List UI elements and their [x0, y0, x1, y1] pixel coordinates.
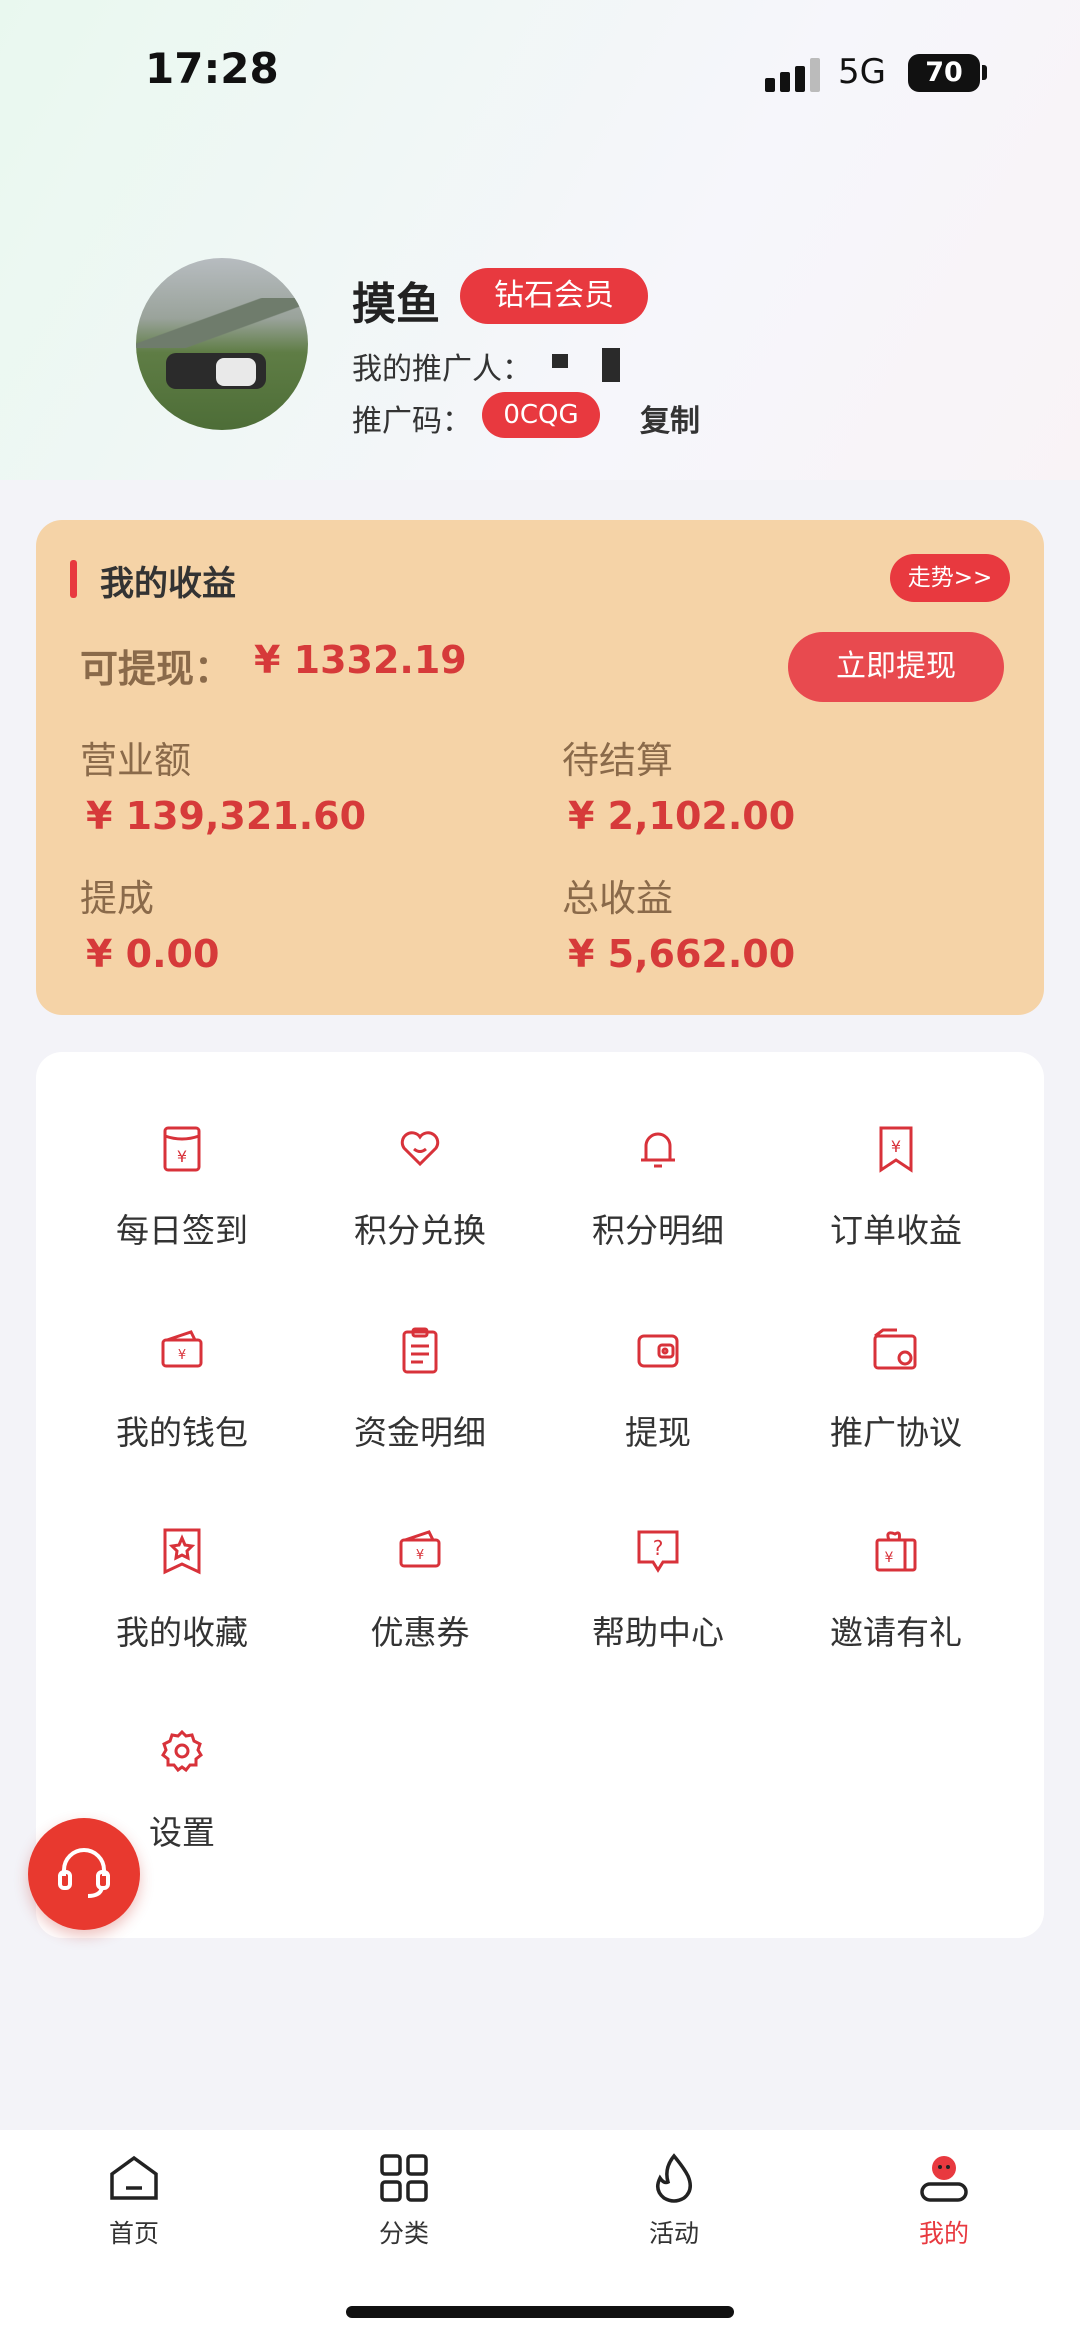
menu-item-points-detail[interactable]: 积分明细 [538, 1122, 778, 1292]
menu-label: 订单收益 [830, 1211, 962, 1250]
nav-label: 首页 [108, 2219, 159, 2248]
menu-grid: ¥ 每日签到 积分兑换 积分明细 ¥ 订单收益 ¥ 我的钱包 资金明细 提现 推… [36, 1052, 1044, 1938]
avatar[interactable] [136, 258, 308, 430]
svg-text:¥: ¥ [178, 1348, 186, 1363]
gear-icon [161, 1729, 203, 1773]
earnings-card: 我的收益 走势>> 可提现： ¥ 1332.19 立即提现 营业额 ¥ 139,… [36, 520, 1044, 1015]
menu-item-favorites[interactable]: 我的收藏 [62, 1524, 302, 1694]
svg-text:¥: ¥ [891, 1137, 901, 1156]
home-icon [110, 2155, 158, 2200]
fire-icon [656, 2153, 692, 2203]
help-icon: ? [637, 1530, 679, 1573]
nav-label: 分类 [378, 2219, 429, 2248]
status-time: 17:28 [145, 44, 279, 93]
svg-text:¥: ¥ [416, 1548, 424, 1563]
menu-label: 邀请有礼 [830, 1613, 962, 1652]
copy-code-button[interactable]: 复制 [640, 396, 700, 440]
nickname: 摸鱼 [352, 279, 440, 330]
menu-item-points-exchange[interactable]: 积分兑换 [300, 1122, 540, 1292]
member-badge: 钻石会员 [460, 268, 648, 324]
menu-item-checkin[interactable]: ¥ 每日签到 [62, 1122, 302, 1292]
battery-tip [982, 65, 987, 80]
promo-code: 0CQG [482, 392, 600, 438]
nav-label: 我的 [918, 2219, 969, 2248]
profile-icon [920, 2156, 968, 2202]
nav-label: 活动 [648, 2219, 699, 2248]
stat-value-total: ¥ 5,662.00 [568, 932, 796, 976]
star-icon [163, 1528, 201, 1575]
withdraw-now-button[interactable]: 立即提现 [788, 632, 1004, 702]
referrer-label: 我的推广人： [352, 352, 532, 387]
grid-icon [380, 2154, 428, 2202]
withdrawable-label: 可提现： [80, 647, 233, 691]
menu-label: 提现 [625, 1413, 691, 1452]
svg-text:¥: ¥ [885, 1550, 894, 1566]
svg-text:¥: ¥ [177, 1147, 187, 1166]
stat-value-revenue: ¥ 139,321.60 [86, 794, 367, 838]
withdrawable-value: ¥ 1332.19 [254, 638, 467, 682]
menu-item-invite[interactable]: ¥ 邀请有礼 [776, 1524, 1016, 1694]
checkin-icon: ¥ [163, 1126, 201, 1172]
title-accent-bar [70, 560, 77, 598]
menu-label: 积分兑换 [354, 1211, 486, 1250]
nav-category[interactable]: 分类 [314, 2150, 494, 2260]
stat-value-commission: ¥ 0.00 [86, 932, 220, 976]
menu-item-help[interactable]: ? 帮助中心 [538, 1524, 778, 1694]
menu-label: 每日签到 [116, 1211, 248, 1250]
headset-icon [58, 1848, 110, 1898]
gift-icon: ¥ [875, 1531, 917, 1572]
menu-label: 优惠券 [370, 1613, 470, 1652]
earnings-title: 我的收益 [100, 564, 236, 604]
nav-home[interactable]: 首页 [44, 2150, 224, 2260]
svg-text:?: ? [653, 1536, 664, 1560]
menu-label: 积分明细 [592, 1211, 724, 1250]
wallet-icon: ¥ [161, 1330, 203, 1368]
menu-item-order-income[interactable]: ¥ 订单收益 [776, 1122, 1016, 1292]
heart-icon [400, 1131, 440, 1167]
promo-code-label: 推广码： [352, 404, 472, 439]
stat-label-commission: 提成 [80, 877, 154, 920]
referrer-redacted [552, 348, 624, 382]
customer-service-button[interactable] [28, 1818, 140, 1930]
menu-label: 我的钱包 [116, 1413, 248, 1452]
stat-value-pending: ¥ 2,102.00 [568, 794, 796, 838]
menu-item-fund-detail[interactable]: 资金明细 [300, 1324, 540, 1494]
withdraw-icon [637, 1334, 679, 1368]
status-bar: 17:28 5G 70 [0, 0, 1080, 130]
bell-icon [641, 1132, 675, 1168]
menu-item-withdraw[interactable]: 提现 [538, 1324, 778, 1494]
home-indicator [346, 2306, 734, 2318]
menu-label: 推广协议 [830, 1413, 962, 1452]
clipboard-icon [402, 1327, 438, 1374]
nav-profile[interactable]: 我的 [854, 2150, 1034, 2260]
stat-label-pending: 待结算 [562, 739, 673, 782]
order-income-icon: ¥ [879, 1126, 913, 1173]
menu-label: 帮助中心 [592, 1613, 724, 1652]
menu-item-wallet[interactable]: ¥ 我的钱包 [62, 1324, 302, 1494]
menu-label: 资金明细 [354, 1413, 486, 1452]
signal-icon [765, 58, 821, 92]
nav-activity[interactable]: 活动 [584, 2150, 764, 2260]
menu-item-coupons[interactable]: ¥ 优惠券 [300, 1524, 540, 1694]
trend-button[interactable]: 走势>> [890, 554, 1010, 602]
menu-label: 我的收藏 [116, 1613, 248, 1652]
network-type: 5G [838, 52, 886, 92]
stat-label-total: 总收益 [562, 877, 673, 920]
coupon-icon: ¥ [399, 1530, 441, 1568]
stat-label-revenue: 营业额 [80, 739, 191, 782]
battery-icon: 70 [908, 54, 980, 92]
agreement-icon [873, 1328, 917, 1370]
menu-item-promo-agreement[interactable]: 推广协议 [776, 1324, 1016, 1494]
